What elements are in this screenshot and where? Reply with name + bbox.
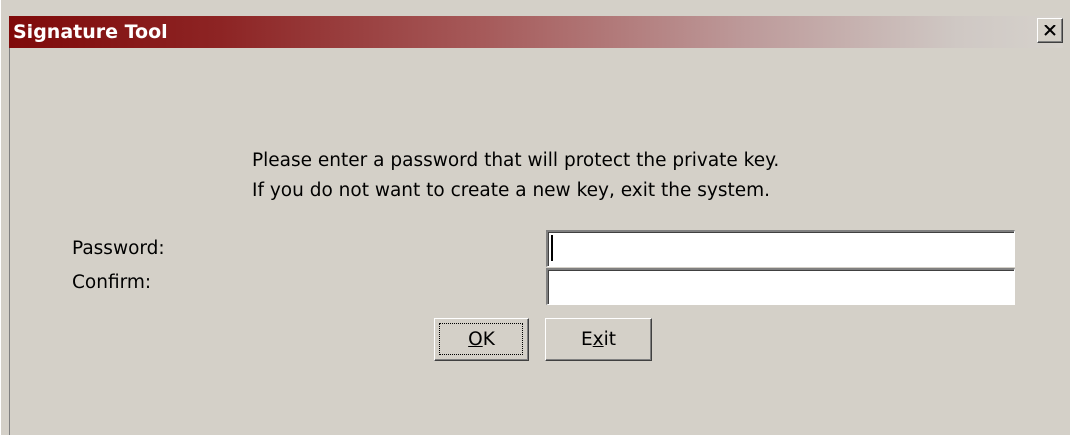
exit-button[interactable]: Ex it (545, 318, 652, 361)
instruction-line-1: Please enter a password that will protec… (252, 150, 780, 171)
close-x-icon (1044, 25, 1056, 36)
window-title: Signature Tool (13, 21, 168, 43)
signature-tool-dialog: Signature Tool Please enter a password t… (0, 0, 1070, 435)
exit-label-pre: E (580, 329, 593, 350)
confirm-password-field[interactable] (546, 268, 1015, 305)
exit-label-post: it (603, 329, 617, 350)
password-field[interactable] (546, 230, 1015, 267)
instruction-message: Please enter a password that will protec… (252, 146, 779, 206)
text-caret (551, 235, 553, 261)
instruction-line-2: If you do not want to create a new key, … (252, 180, 770, 201)
confirm-label: Confirm: (72, 272, 152, 293)
ok-button[interactable]: OK (434, 318, 529, 361)
window-left-edge (9, 48, 10, 435)
close-button[interactable] (1037, 18, 1063, 43)
title-bar[interactable]: Signature Tool (9, 16, 1063, 48)
focus-rectangle (439, 323, 523, 355)
exit-mnemonic: x (592, 329, 604, 350)
password-label: Password: (72, 238, 165, 259)
